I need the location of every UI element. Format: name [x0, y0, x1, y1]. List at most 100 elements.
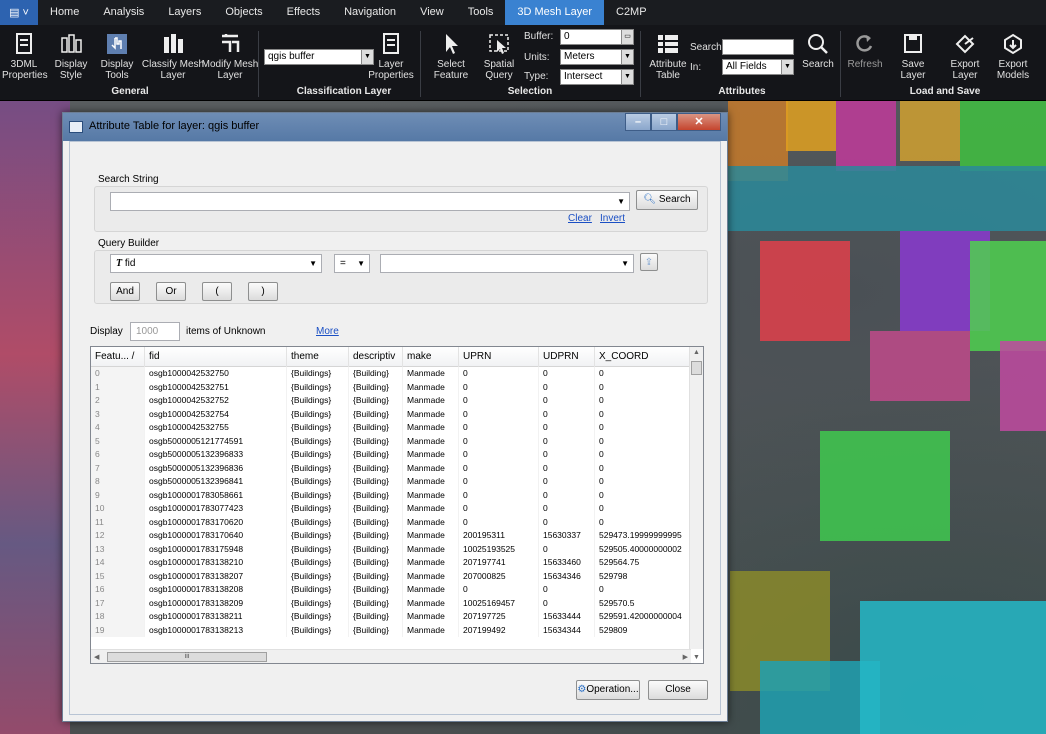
operation-button[interactable]: ⚙Operation...	[576, 680, 640, 700]
dialog-titlebar[interactable]: Attribute Table for layer: qgis buffer –…	[63, 113, 727, 141]
scroll-up-icon[interactable]: ▲	[693, 349, 700, 356]
table-row[interactable]: 5 osgb5000005121774591 {Buildings} {Buildin…	[91, 434, 691, 448]
tab-tools[interactable]: Tools	[456, 0, 506, 25]
table-cell: 0	[459, 367, 539, 381]
table-row[interactable]: 6 osgb5000005132396833 {Buildings} {Buildin…	[91, 448, 691, 462]
export-layer-button[interactable]: Export Layer	[944, 29, 986, 81]
table-row[interactable]: 0 osgb1000042532750 {Buildings} {Building} M…	[91, 367, 691, 381]
scroll-down-icon[interactable]: ▼	[693, 654, 700, 661]
close-button[interactable]: Close	[648, 680, 708, 700]
grid-rows: 0 osgb1000042532750 {Buildings} {Building} M…	[91, 367, 691, 637]
mesh-building	[836, 101, 896, 171]
table-row[interactable]: 11 osgb1000001783170620 {Buildings} {Buildi…	[91, 515, 691, 529]
table-row[interactable]: 17 osgb1000001783138209 {Buildings} {Buildi…	[91, 596, 691, 610]
tab-layers[interactable]: Layers	[156, 0, 213, 25]
classify-mesh-layer-button[interactable]: Classify Mesh Layer	[140, 29, 206, 81]
table-row[interactable]: 12 osgb1000001783170640 {Buildings} {Buildi…	[91, 529, 691, 543]
vertical-scrollbar[interactable]: ▲ ▼	[689, 347, 703, 661]
table-row[interactable]: 18 osgb1000001783138211 {Buildings} {Buildi…	[91, 610, 691, 624]
clear-link[interactable]: Clear	[568, 213, 592, 224]
type-select[interactable]: Intersect ▼	[560, 69, 634, 85]
mesh-building	[728, 166, 1046, 231]
column-header[interactable]: theme	[287, 347, 349, 367]
table-cell: 10025169457	[459, 596, 539, 610]
more-link[interactable]: More	[316, 326, 339, 337]
field-select[interactable]: T fid ▼	[110, 254, 322, 273]
tab-analysis[interactable]: Analysis	[91, 0, 156, 25]
open-paren-button[interactable]: (	[202, 282, 232, 301]
refresh-button[interactable]: Refresh	[846, 29, 884, 70]
table-row[interactable]: 7 osgb5000005132396836 {Buildings} {Buildin…	[91, 461, 691, 475]
classification-layer-select[interactable]: qgis buffer ▼	[264, 49, 374, 65]
maximize-button[interactable]: □	[651, 113, 677, 131]
tab-home[interactable]: Home	[38, 0, 91, 25]
ribbon-search-input[interactable]	[722, 39, 794, 55]
tab-3d-mesh-layer[interactable]: 3D Mesh Layer	[505, 0, 604, 25]
tab-view[interactable]: View	[408, 0, 456, 25]
display-tools-button[interactable]: Display Tools	[96, 29, 138, 81]
classify-icon	[140, 29, 206, 59]
tab-navigation[interactable]: Navigation	[332, 0, 408, 25]
operator-select[interactable]: = ▼	[334, 254, 370, 273]
invert-link[interactable]: Invert	[600, 213, 625, 224]
add-query-button[interactable]: ⇪	[640, 253, 658, 271]
display-style-button[interactable]: Display Style	[50, 29, 92, 81]
tab-objects[interactable]: Objects	[213, 0, 274, 25]
search-button[interactable]: 🔍︎ Search	[636, 190, 698, 210]
table-row[interactable]: 9 osgb1000001783058661 {Buildings} {Buildin…	[91, 488, 691, 502]
and-button[interactable]: And	[110, 282, 140, 301]
table-row[interactable]: 15 osgb1000001783138207 {Buildings} {Buildi…	[91, 569, 691, 583]
table-row[interactable]: 2 osgb1000042532752 {Buildings} {Building} M…	[91, 394, 691, 408]
column-header[interactable]: UDPRN	[539, 347, 595, 367]
save-layer-button[interactable]: Save Layer	[896, 29, 930, 81]
ribbon-search-button[interactable]: Search	[800, 29, 836, 70]
table-row[interactable]: 19 osgb1000001783138213 {Buildings} {Buildi…	[91, 623, 691, 637]
spatial-query-button[interactable]: Spatial Query	[476, 29, 522, 81]
scroll-left-icon[interactable]: ◀	[94, 653, 99, 661]
close-window-button[interactable]: ✕	[677, 113, 721, 131]
table-cell: Manmade	[403, 380, 459, 394]
table-row[interactable]: 1 osgb1000042532751 {Buildings} {Building} M…	[91, 380, 691, 394]
table-cell: 0	[595, 475, 691, 489]
tab-c2mp[interactable]: C2MP	[604, 0, 659, 25]
table-row[interactable]: 3 osgb1000042532754 {Buildings} {Building} M…	[91, 407, 691, 421]
export-models-button[interactable]: Export Models	[990, 29, 1036, 81]
table-row[interactable]: 16 osgb1000001783138208 {Buildings} {Buildi…	[91, 583, 691, 597]
table-row[interactable]: 10 osgb1000001783077423 {Buildings} {Buildi…	[91, 502, 691, 516]
display-style-icon	[50, 29, 92, 59]
vertical-scroll-thumb[interactable]	[691, 361, 702, 375]
attribute-table-button[interactable]: Attribute Table	[644, 29, 692, 81]
modify-mesh-layer-button[interactable]: Modify Mesh Layer	[200, 29, 260, 81]
row-header: 4	[91, 421, 145, 435]
horizontal-scroll-thumb[interactable]: iii	[107, 652, 267, 662]
table-row[interactable]: 13 osgb1000001783175948 {Buildings} {Buildi…	[91, 542, 691, 556]
scroll-right-icon[interactable]: ▶	[683, 653, 688, 661]
close-paren-button[interactable]: )	[248, 282, 278, 301]
minimize-button[interactable]: –	[625, 113, 651, 131]
select-feature-button[interactable]: Select Feature	[426, 29, 476, 81]
or-button[interactable]: Or	[156, 282, 186, 301]
dialog-title: Attribute Table for layer: qgis buffer	[89, 120, 260, 132]
column-header[interactable]: descriptiv	[349, 347, 403, 367]
display-count-input[interactable]: 1000	[130, 322, 180, 341]
column-header[interactable]: UPRN	[459, 347, 539, 367]
column-header[interactable]: Featu... /	[91, 347, 145, 367]
table-row[interactable]: 8 osgb5000005132396841 {Buildings} {Buildin…	[91, 475, 691, 489]
layer-properties-button[interactable]: Layer Properties	[368, 29, 414, 81]
3dml-properties-button[interactable]: 3DML Properties	[2, 29, 48, 81]
table-cell: 0	[539, 583, 595, 597]
column-header[interactable]: make	[403, 347, 459, 367]
tab-effects[interactable]: Effects	[275, 0, 332, 25]
buffer-input[interactable]: 0 ▭	[560, 29, 634, 45]
table-row[interactable]: 14 osgb1000001783138210 {Buildings} {Buildi…	[91, 556, 691, 570]
search-field-select[interactable]: All Fields ▼	[722, 59, 794, 75]
horizontal-scrollbar[interactable]: ◀ iii ▶	[91, 649, 691, 663]
column-header[interactable]: fid	[145, 347, 287, 367]
table-row[interactable]: 4 osgb1000042532755 {Buildings} {Building} M…	[91, 421, 691, 435]
units-select[interactable]: Meters ▼	[560, 49, 634, 65]
table-cell: {Buildings}	[287, 394, 349, 408]
column-header[interactable]: X_COORD	[595, 347, 691, 367]
search-string-combo[interactable]: ▼	[110, 192, 630, 211]
value-combo[interactable]: ▼	[380, 254, 634, 273]
app-menu-button[interactable]: ▤ ˅	[0, 0, 38, 25]
